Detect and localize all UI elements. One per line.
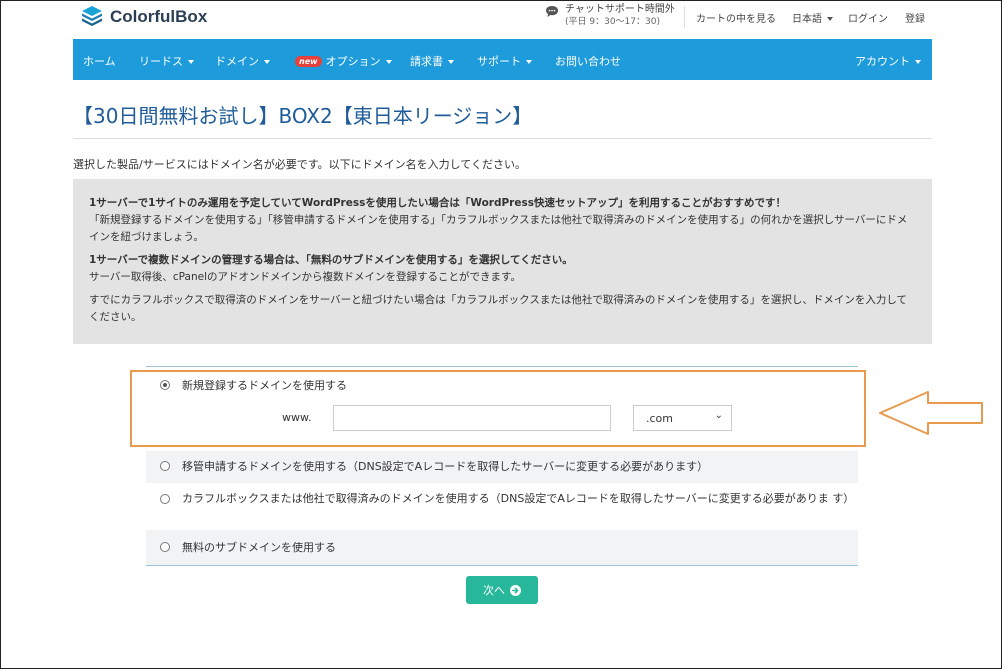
next-button[interactable]: 次へ	[466, 576, 538, 604]
option-transfer[interactable]: 移管申請するドメインを使用する（DNS設定でAレコードを取得したサーバーに変更す…	[146, 451, 858, 483]
nav-billing[interactable]: 請求書	[410, 53, 454, 69]
top-separator	[684, 6, 685, 28]
next-button-label: 次へ	[483, 584, 505, 597]
info-paragraph-3: すでにカラフルボックスで取得済のドメインをサーバーと紐づけたい場合は「カラフルボ…	[89, 292, 916, 326]
left-arrow-icon	[879, 391, 983, 435]
main-navbar: ホーム リードス ドメイン new オプション 請求書 サポート お問い合わせ ア…	[73, 39, 932, 80]
new-badge: new	[295, 56, 322, 67]
nav-options-label: オプション	[325, 55, 381, 68]
highlight-box	[130, 370, 866, 447]
chevron-down-icon	[448, 60, 454, 64]
top-bar: ColorfulBox チャットサポート時間外 (平日 9：30〜17：30) …	[0, 0, 1002, 38]
view-cart-link[interactable]: カートの中を見る	[696, 10, 776, 25]
page-title: 【30日間無料お試し】BOX2【東日本リージョン】	[73, 104, 533, 128]
nav-lease-label: リードス	[139, 55, 183, 68]
option-existing[interactable]: カラフルボックスまたは他社で取得済みのドメインを使用する（DNS設定でAレコード…	[146, 483, 858, 530]
chevron-down-icon	[827, 17, 833, 21]
info-p2-bold: 1サーバーで複数ドメインの管理する場合は、「無料のサブドメインを使用する」を選択…	[89, 254, 573, 266]
info-p3-text: すでにカラフルボックスで取得済のドメインをサーバーと紐づけたい場合は「カラフルボ…	[89, 294, 908, 323]
nav-account-label: アカウント	[855, 55, 910, 68]
options-bottom-border	[146, 565, 858, 566]
info-box: 1サーバーで1サイトのみ運用を予定していてWordPressを使用したい場合は「…	[73, 179, 932, 344]
brand-logo[interactable]: ColorfulBox	[80, 5, 207, 29]
title-divider	[73, 138, 932, 139]
brand-name: ColorfulBox	[110, 7, 208, 26]
arrow-circle-right-icon	[510, 584, 521, 596]
nav-contact[interactable]: お問い合わせ	[555, 53, 621, 69]
chat-hours: (平日 9：30〜17：30)	[565, 17, 660, 27]
option-subdomain[interactable]: 無料のサブドメインを使用する	[146, 530, 858, 565]
chevron-down-icon	[385, 60, 392, 64]
box-logo-icon	[82, 6, 102, 26]
nav-support[interactable]: サポート	[477, 53, 532, 69]
login-link[interactable]: ログイン	[848, 10, 888, 25]
register-link[interactable]: 登録	[905, 10, 925, 25]
nav-options[interactable]: new オプション	[295, 53, 392, 69]
chevron-down-icon	[915, 60, 921, 64]
chat-status: チャットサポート時間外	[565, 4, 675, 15]
info-paragraph-1: 1サーバーで1サイトのみ運用を予定していてWordPressを使用したい場合は「…	[89, 195, 916, 246]
language-label: 日本語	[792, 14, 822, 25]
radio-transfer[interactable]	[160, 461, 170, 471]
chevron-down-icon	[264, 60, 270, 64]
chat-icon	[546, 6, 558, 17]
chevron-down-icon	[188, 60, 194, 64]
radio-existing[interactable]	[160, 494, 170, 504]
chat-support[interactable]: チャットサポート時間外 (平日 9：30〜17：30)	[545, 4, 675, 28]
chevron-down-icon	[526, 60, 532, 64]
info-p1-bold: 1サーバーで1サイトのみ運用を予定していてWordPressを使用したい場合は「…	[89, 197, 786, 209]
nav-account[interactable]: アカウント	[855, 53, 921, 69]
nav-domain[interactable]: ドメイン	[215, 53, 270, 69]
intro-text: 選択した製品/サービスにはドメイン名が必要です。以下にドメイン名を入力してくださ…	[73, 158, 526, 171]
language-selector[interactable]: 日本語	[792, 10, 833, 25]
nav-domain-label: ドメイン	[215, 55, 259, 68]
nav-lease[interactable]: リードス	[139, 53, 194, 69]
radio-subdomain[interactable]	[160, 542, 170, 552]
info-p2-text: サーバー取得後、cPanelのアドオンドメインから複数ドメインを登録することがで…	[89, 271, 521, 283]
nav-home[interactable]: ホーム	[83, 53, 116, 69]
option-existing-label: カラフルボックスまたは他社で取得済みのドメインを使用する（DNS設定でAレコード…	[182, 492, 855, 505]
info-paragraph-2: 1サーバーで複数ドメインの管理する場合は、「無料のサブドメインを使用する」を選択…	[89, 252, 916, 286]
nav-support-label: サポート	[477, 55, 521, 68]
option-subdomain-label: 無料のサブドメインを使用する	[182, 541, 336, 554]
option-transfer-label: 移管申請するドメインを使用する（DNS設定でAレコードを取得したサーバーに変更す…	[182, 460, 709, 473]
nav-billing-label: 請求書	[410, 55, 443, 68]
info-p1-text: 「新規登録するドメインを使用する」「移管申請するドメインを使用する」「カラフルボ…	[89, 214, 908, 243]
